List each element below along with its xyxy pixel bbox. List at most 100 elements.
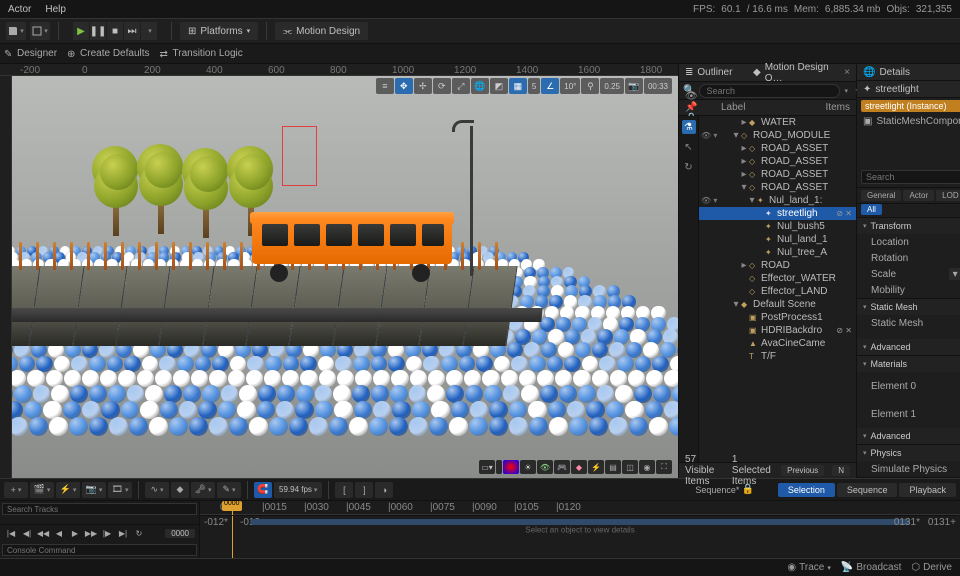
vp-grid-size[interactable]: 5	[528, 78, 540, 94]
track-search-input[interactable]	[2, 503, 197, 515]
seq-camera-icon[interactable]: 📷	[82, 482, 106, 498]
close-icon[interactable]: ×	[844, 67, 850, 78]
step-back-icon[interactable]: ◀◀	[36, 527, 50, 541]
prop-scale[interactable]: Scale▾🔒	[857, 266, 960, 282]
seq-loop-icon[interactable]: ◑	[375, 482, 393, 498]
seq-action-icon[interactable]: ⚡	[56, 482, 80, 498]
seq-mark-out-icon[interactable]: ]	[355, 482, 373, 498]
tree-row[interactable]: ▣HDRIBackdro⊘ ✕	[699, 324, 856, 337]
goto-end-icon[interactable]: ▶|	[116, 527, 130, 541]
prev-button[interactable]: Previous	[781, 465, 824, 476]
tree-row[interactable]: TT/F	[699, 350, 856, 363]
console-input[interactable]	[2, 544, 197, 556]
vp-scale-tool[interactable]: ⤢	[452, 78, 470, 94]
vp-max-icon[interactable]: ⛶	[656, 460, 672, 474]
tree-row[interactable]: ▸◇ROAD	[699, 259, 856, 272]
loop-icon[interactable]: ↻	[132, 527, 146, 541]
prop-mobility[interactable]: Mobility	[857, 282, 960, 298]
play-fwd-icon[interactable]: ▶	[68, 527, 82, 541]
vp-scale-snap-icon[interactable]: ⚲	[581, 78, 599, 94]
outliner-tab[interactable]: ≣Outliner	[679, 64, 747, 82]
tree-row[interactable]: ▣PostProcess1	[699, 311, 856, 324]
tree-row[interactable]: ✦Nul_tree_A	[699, 246, 856, 259]
platforms-dropdown[interactable]: ⊞ Platforms▾	[180, 22, 258, 40]
vp-lit-icon[interactable]: ☀	[520, 460, 536, 474]
step-button[interactable]: ⏭	[124, 22, 140, 40]
tab-lod[interactable]: LOD	[936, 190, 960, 201]
tab-all[interactable]: All	[861, 204, 882, 215]
derived-button[interactable]: ⬡Derive	[911, 562, 952, 573]
tree-row[interactable]: 👁 ▾▾◇ROAD_MODULE	[699, 129, 856, 142]
next-key-icon[interactable]: |▶	[100, 527, 114, 541]
timeline-ruler[interactable]: 0000|0015|0030|0045|0060|0075|0090|0105|…	[200, 501, 960, 515]
tree-row[interactable]: ▸◇ROAD_ASSET	[699, 155, 856, 168]
prop-element-1[interactable]: Element 1	[857, 400, 960, 428]
tree-row[interactable]: ▸◆WATER	[699, 116, 856, 129]
tree-row[interactable]: ▲AvaCineCame	[699, 337, 856, 350]
seq-snap-toggle[interactable]: 🧲	[254, 482, 272, 498]
vp-surface-icon[interactable]: ◩	[490, 78, 508, 94]
vp-scale-value[interactable]: 0.25	[600, 78, 624, 94]
play-rev-icon[interactable]: ◀	[52, 527, 66, 541]
vp-stats-icon[interactable]: ▤	[605, 460, 621, 474]
viewport-3d[interactable]: ≡ ✥ ✢ ⟳ ⤢ 🌐 ◩ ▦ 5 ∠ 10° ⚲ 0.25 📷 00:33	[12, 76, 678, 478]
seq-render-icon[interactable]: 🎞	[108, 482, 132, 498]
tree-row[interactable]: ▸◇ROAD_ASSET	[699, 168, 856, 181]
tree-row[interactable]: ✦Nul_bush5	[699, 220, 856, 233]
vp-globe-icon[interactable]: 🌐	[471, 78, 489, 94]
seq-fps-dropdown[interactable]: 59.94 fps	[274, 482, 322, 498]
section-advanced-sm[interactable]: Advanced	[857, 339, 960, 355]
tab-general[interactable]: General	[861, 190, 901, 201]
vp-realtime-icon[interactable]: ⚡	[588, 460, 604, 474]
component-row[interactable]: ▣StaticMeshComponent	[857, 114, 960, 129]
seq-add-btn[interactable]: +	[4, 482, 28, 498]
section-physics[interactable]: Physics	[857, 445, 960, 461]
prop-static-mesh[interactable]: Static Mesh	[857, 315, 960, 331]
vp-bookmark-icon[interactable]: ◆	[571, 460, 587, 474]
details-tab[interactable]: 🌐Details×	[857, 64, 960, 81]
prop-rotation[interactable]: Rotation▾	[857, 250, 960, 266]
tree-row[interactable]: ✦streetligh⊘ ✕	[699, 207, 856, 220]
cycle-tool-icon[interactable]: ↻	[682, 160, 696, 174]
prev-key-icon[interactable]: ◀|	[20, 527, 34, 541]
filter-tool-icon[interactable]: ⚗	[682, 120, 696, 134]
create-defaults-button[interactable]: ⊕Create Defaults	[67, 48, 149, 59]
outliner-search-input[interactable]	[699, 84, 840, 98]
sequence-name[interactable]: Sequence*	[695, 485, 739, 495]
vp-screenshot-icon[interactable]: ◉	[639, 460, 655, 474]
tree-row[interactable]: ▾◆Default Scene	[699, 298, 856, 311]
transition-logic-button[interactable]: ⇄Transition Logic	[160, 48, 243, 59]
broadcast-button[interactable]: 📡Broadcast	[841, 562, 901, 573]
modes-dropdown[interactable]	[30, 22, 50, 40]
instance-chip[interactable]: streetlight (Instance)	[861, 100, 960, 112]
playhead[interactable]: 0000	[232, 501, 233, 558]
section-static-mesh[interactable]: Static Mesh	[857, 299, 960, 315]
mode-selection[interactable]: Selection	[778, 483, 835, 497]
vp-move-tool[interactable]: ✢	[414, 78, 432, 94]
tab-actor[interactable]: Actor	[903, 190, 934, 201]
tree-row[interactable]: ◇Effector_WATER	[699, 272, 856, 285]
section-materials[interactable]: Materials	[857, 356, 960, 372]
vp-color-icon[interactable]	[503, 460, 519, 474]
lock-icon[interactable]: 🔒	[741, 484, 753, 495]
vp-fov-icon[interactable]: ◫	[622, 460, 638, 474]
goto-start-icon[interactable]: |◀	[4, 527, 18, 541]
vp-grid-snap[interactable]: ▦	[509, 78, 527, 94]
section-advanced-mat[interactable]: Advanced	[857, 428, 960, 444]
seq-curve-icon[interactable]: ∿	[145, 482, 169, 498]
next-button[interactable]: N	[832, 465, 850, 476]
save-dropdown[interactable]	[6, 22, 26, 40]
play-button[interactable]: ▶	[73, 22, 89, 40]
vp-rotate-tool[interactable]: ⟳	[433, 78, 451, 94]
play-options[interactable]	[141, 22, 157, 40]
current-frame[interactable]: 0000	[165, 529, 195, 538]
tree-row[interactable]: 👁 ▾▾✦Nul_land_1:	[699, 194, 856, 207]
ruler-horizontal[interactable]: -200020040060080010001200140016001800	[0, 64, 678, 76]
mode-playback[interactable]: Playback	[899, 483, 956, 497]
tree-row[interactable]: ▾◇ROAD_ASSET	[699, 181, 856, 194]
vp-time-value[interactable]: 00:33	[644, 78, 672, 94]
section-transform[interactable]: Transform	[857, 218, 960, 234]
pause-button[interactable]: ❚❚	[90, 22, 106, 40]
details-search-input[interactable]	[861, 170, 960, 184]
vp-angle-snap[interactable]: ∠	[541, 78, 559, 94]
